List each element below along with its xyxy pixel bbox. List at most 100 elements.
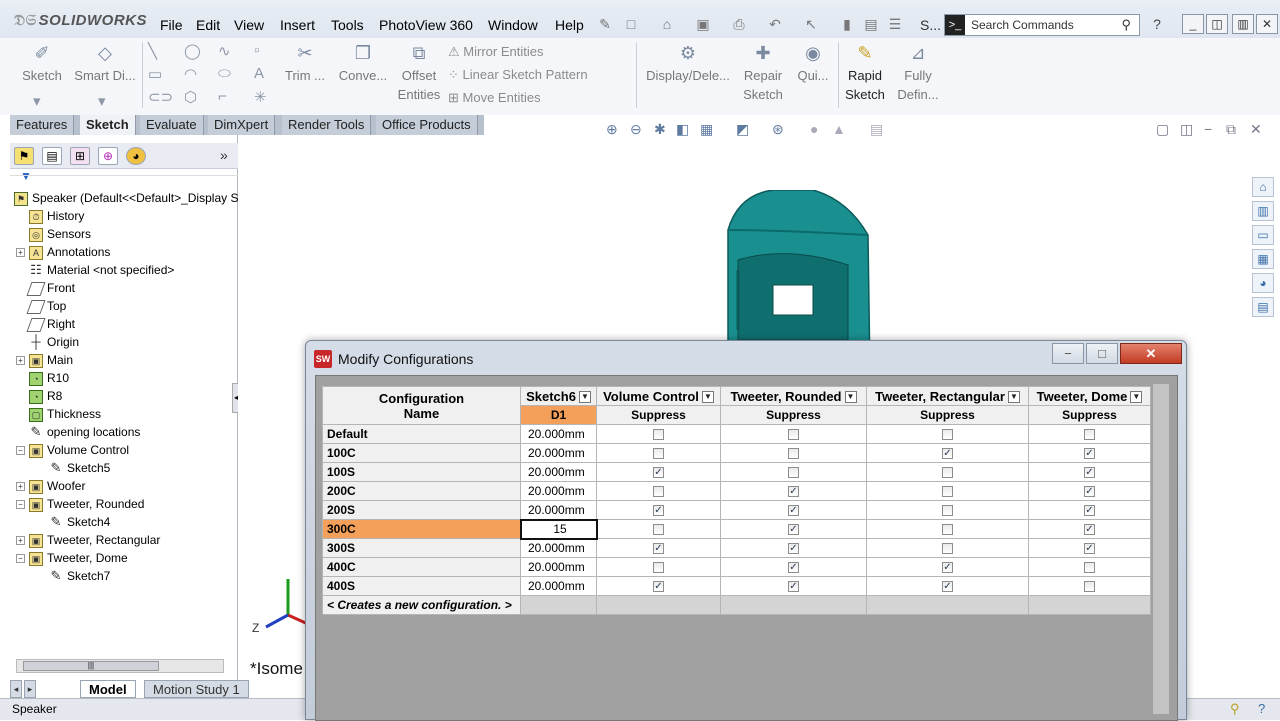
suppress-checkbox-checked[interactable]: ✓ xyxy=(1084,467,1095,479)
feature-manager-icon[interactable]: ⚑ xyxy=(14,147,34,165)
tree-item[interactable]: Right xyxy=(16,315,75,333)
suppress-checkbox[interactable] xyxy=(653,524,665,536)
save-icon[interactable]: ▣ xyxy=(694,16,712,32)
scrollbar-thumb[interactable]: ||| xyxy=(23,661,159,671)
rebuild-status-icon[interactable]: ⚲ xyxy=(1230,701,1240,717)
column-dropdown-icon[interactable]: ▼ xyxy=(1007,391,1020,404)
configuration-row[interactable]: 300C 15 ✓ ✓ xyxy=(322,518,1151,540)
tree-item[interactable]: ◎ Sensors xyxy=(16,225,91,243)
d1-value-cell[interactable]: 20.000mm xyxy=(520,481,597,501)
suppress-checkbox[interactable] xyxy=(788,467,799,479)
configuration-name-cell[interactable]: 200C xyxy=(322,481,521,501)
configuration-row[interactable]: 200C 20.000mm ✓ ✓ xyxy=(322,481,1151,501)
help-icon[interactable]: ? xyxy=(1148,16,1166,32)
filter-icon[interactable]: ▼ xyxy=(20,169,32,183)
zoom-to-area-icon[interactable]: ⊖ xyxy=(630,121,642,138)
custom-properties-icon[interactable]: ▤ xyxy=(1252,297,1274,317)
tab-features[interactable]: Features xyxy=(10,115,75,135)
tree-item[interactable]: ✎ opening locations xyxy=(16,423,141,441)
configuration-manager-icon[interactable]: ⊞ xyxy=(70,147,90,165)
point-icon[interactable]: ▫ xyxy=(254,42,259,59)
dimxpert-manager-icon[interactable]: ⊕ xyxy=(98,147,118,165)
suppress-checkbox-checked[interactable]: ✓ xyxy=(788,505,799,517)
fillet-icon[interactable]: ⌐ xyxy=(218,88,227,105)
tree-item[interactable]: ◔ R10 xyxy=(16,369,69,387)
tree-item[interactable]: − ▣ Tweeter, Dome xyxy=(16,549,128,567)
suppress-checkbox[interactable] xyxy=(788,448,799,460)
dialog-minimize-button[interactable]: − xyxy=(1052,343,1084,364)
suppress-checkbox[interactable] xyxy=(942,429,953,441)
minimize-button[interactable]: _ xyxy=(1182,14,1204,34)
viewport-split-icon[interactable]: ◫ xyxy=(1180,121,1193,138)
tree-item[interactable]: + A Annotations xyxy=(16,243,110,261)
tree-item[interactable]: ✎ Sketch5 xyxy=(36,459,111,477)
tab-render-tools[interactable]: Render Tools xyxy=(282,115,372,135)
dropdown-arrow-icon[interactable]: ▾ xyxy=(98,92,106,110)
line-icon[interactable]: ╲ xyxy=(148,42,157,60)
select-icon[interactable]: ↖ xyxy=(802,16,820,32)
sketch-button[interactable]: ✐ Sketch xyxy=(18,44,66,85)
configuration-name-cell[interactable]: 200S xyxy=(322,500,521,520)
menu-view[interactable]: View xyxy=(234,17,264,33)
expand-icon[interactable]: + xyxy=(16,248,25,258)
suppress-checkbox-checked[interactable]: ✓ xyxy=(788,562,799,574)
column-dropdown-icon[interactable]: ▼ xyxy=(1130,391,1143,404)
rectangle-icon[interactable]: ▭ xyxy=(148,65,162,83)
tile-button[interactable]: ▥ xyxy=(1232,14,1254,34)
dialog-maximize-button[interactable]: □ xyxy=(1086,343,1118,364)
tree-item[interactable]: ▢ Thickness xyxy=(16,405,101,423)
search-input[interactable]: Search Commands xyxy=(971,18,1074,32)
resources-icon[interactable]: ⌂ xyxy=(1252,177,1274,197)
arc-icon[interactable]: ◠ xyxy=(184,65,197,83)
expand-icon[interactable]: + xyxy=(16,482,25,492)
suppress-checkbox-checked[interactable]: ✓ xyxy=(1084,486,1095,498)
configuration-row[interactable]: 100C 20.000mm ✓ ✓ xyxy=(322,443,1151,463)
d1-value-cell[interactable]: 20.000mm xyxy=(520,557,597,577)
d1-value-cell[interactable]: 20.000mm xyxy=(520,576,597,596)
property-manager-icon[interactable]: ▤ xyxy=(42,147,62,165)
tab-motion-study[interactable]: Motion Study 1 xyxy=(144,680,249,698)
doc-restore-icon[interactable]: ⧉ xyxy=(1226,121,1236,138)
expand-icon[interactable]: + xyxy=(16,356,25,366)
menu-edit[interactable]: Edit xyxy=(196,17,220,33)
configuration-name-cell[interactable]: 400C xyxy=(322,557,521,577)
configuration-name-cell[interactable]: 100C xyxy=(322,443,521,463)
column-dropdown-icon[interactable]: ▼ xyxy=(578,391,591,404)
quick-snaps-button[interactable]: ◉ Qui... xyxy=(792,44,834,85)
new-document-icon[interactable]: □ xyxy=(622,16,640,32)
section-view-icon[interactable]: ◧ xyxy=(676,121,689,138)
configuration-row[interactable]: 300S 20.000mm ✓ ✓ ✓ xyxy=(322,538,1151,558)
polygon-icon[interactable]: ⬡ xyxy=(184,88,197,106)
suppress-checkbox-checked[interactable]: ✓ xyxy=(653,581,664,593)
tab-model[interactable]: Model xyxy=(80,680,136,698)
suppress-checkbox[interactable] xyxy=(1084,581,1095,593)
new-configuration-row[interactable]: < Creates a new configuration. > xyxy=(322,595,1151,615)
menu-insert[interactable]: Insert xyxy=(280,17,315,33)
suppress-checkbox-checked[interactable]: ✓ xyxy=(653,543,664,555)
suppress-checkbox-checked[interactable]: ✓ xyxy=(1084,543,1095,555)
column-header[interactable]: Tweeter, Rounded ▼ xyxy=(720,386,867,406)
previous-view-icon[interactable]: ✱ xyxy=(654,121,666,138)
configuration-name-cell[interactable]: 400S xyxy=(322,576,521,596)
trim-button[interactable]: ✂ Trim ... xyxy=(280,44,330,85)
column-header[interactable]: Tweeter, Dome ▼ xyxy=(1028,386,1151,406)
menu-file[interactable]: File xyxy=(160,17,183,33)
suppress-checkbox-checked[interactable]: ✓ xyxy=(942,562,953,574)
tree-item[interactable]: − ▣ Tweeter, Rounded xyxy=(16,495,144,513)
suppress-checkbox[interactable] xyxy=(788,429,799,441)
tab-dimxpert[interactable]: DimXpert xyxy=(208,115,276,135)
plane-icon[interactable]: ✳ xyxy=(254,88,267,106)
tab-sketch[interactable]: Sketch xyxy=(80,115,136,135)
ellipse-icon[interactable]: ⬭ xyxy=(218,65,231,82)
tree-item[interactable]: + ▣ Tweeter, Rectangular xyxy=(16,531,160,549)
mirror-entities-button[interactable]: ⚠ Mirror Entities xyxy=(448,44,543,60)
search-commands-box[interactable]: >_ Search Commands ⚲ xyxy=(944,14,1140,36)
display-delete-button[interactable]: ⚙ Display/Dele... xyxy=(642,44,734,85)
configuration-row[interactable]: Default 20.000mm xyxy=(322,424,1151,444)
tree-item[interactable]: − ▣ Volume Control xyxy=(16,441,129,459)
close-app-button[interactable]: ✕ xyxy=(1256,14,1278,34)
suppress-checkbox[interactable] xyxy=(653,448,664,460)
configuration-name-cell[interactable]: 100S xyxy=(322,462,521,482)
pin-icon[interactable]: ✎ xyxy=(596,16,614,32)
appearance-icon[interactable]: ● xyxy=(810,121,818,137)
